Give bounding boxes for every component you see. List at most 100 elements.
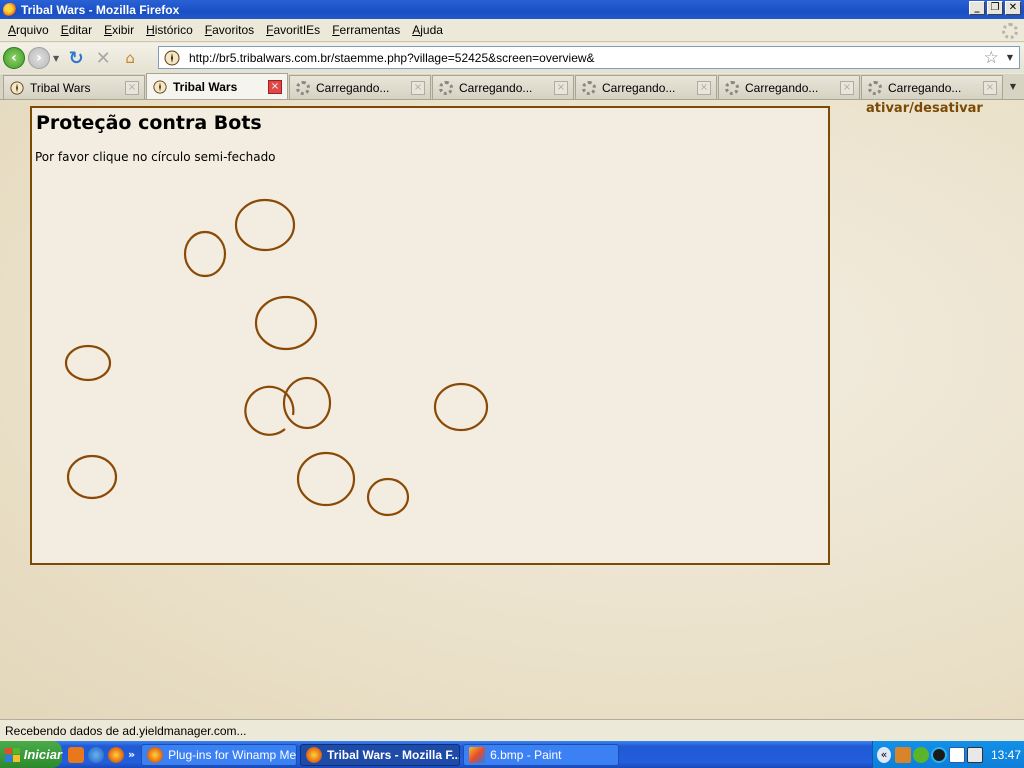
reload-icon[interactable]: ↻ bbox=[65, 48, 87, 69]
bookmark-star-icon[interactable]: ☆ bbox=[984, 48, 999, 68]
tab-loading-1[interactable]: Carregando... × bbox=[289, 75, 431, 99]
home-icon[interactable]: ⌂ bbox=[119, 49, 141, 67]
tab-icon bbox=[867, 80, 883, 96]
menu-ferramentas[interactable]: Ferramentas bbox=[326, 23, 406, 37]
tab-label: Tribal Wars bbox=[173, 79, 238, 94]
menu-bar: Arquivo Editar Exibir Histórico Favorito… bbox=[0, 19, 1024, 42]
clock: 13:47 bbox=[991, 747, 1022, 762]
tab-close-icon[interactable]: × bbox=[268, 79, 282, 94]
forward-button[interactable]: › bbox=[28, 47, 50, 69]
tab-loading-2[interactable]: Carregando... × bbox=[432, 75, 574, 99]
firefox-icon bbox=[306, 746, 323, 763]
tab-loading-4[interactable]: Carregando... × bbox=[718, 75, 860, 99]
task-winamp-plugins[interactable]: Plug-ins for Winamp Medi... bbox=[141, 743, 298, 766]
tab-label: Carregando... bbox=[602, 80, 676, 95]
window-titlebar: Tribal Wars - Mozilla Firefox _ ❐ ✕ bbox=[0, 0, 1024, 19]
captcha-circle[interactable] bbox=[183, 230, 227, 278]
loading-spinner-icon bbox=[296, 80, 310, 95]
captcha-circle[interactable] bbox=[433, 382, 489, 432]
page-content: ativar/desativar Proteção contra Bots Po… bbox=[0, 100, 1024, 719]
history-dropdown-icon[interactable]: ▼ bbox=[53, 54, 59, 63]
task-label: 6.bmp - Paint bbox=[490, 747, 562, 762]
captcha-circle[interactable] bbox=[296, 451, 356, 507]
loading-spinner-icon bbox=[582, 80, 596, 95]
restore-button[interactable]: ❐ bbox=[987, 1, 1003, 15]
menu-historico[interactable]: Histórico bbox=[140, 23, 199, 37]
loading-spinner-icon bbox=[439, 80, 453, 95]
firefox-icon[interactable] bbox=[108, 746, 124, 763]
menu-ajuda[interactable]: Ajuda bbox=[406, 23, 449, 37]
captcha-circle[interactable] bbox=[282, 376, 332, 430]
tab-close-icon[interactable]: × bbox=[125, 80, 139, 95]
captcha-circle[interactable] bbox=[234, 198, 296, 252]
captcha-circles bbox=[64, 198, 489, 517]
tray-app-icon[interactable] bbox=[895, 746, 911, 763]
captcha-circle[interactable] bbox=[366, 477, 410, 517]
internet-explorer-icon[interactable] bbox=[88, 746, 104, 763]
url-dropdown-icon[interactable]: ▼ bbox=[1007, 53, 1013, 62]
menu-arquivo[interactable]: Arquivo bbox=[2, 23, 55, 37]
minimize-button[interactable]: _ bbox=[969, 1, 985, 15]
loading-throbber-icon bbox=[1002, 23, 1018, 39]
quick-launch-more-icon[interactable]: » bbox=[128, 748, 135, 761]
paint-icon bbox=[469, 746, 486, 763]
tab-close-icon[interactable]: × bbox=[983, 80, 997, 95]
task-label: Plug-ins for Winamp Medi... bbox=[168, 747, 297, 762]
url-text[interactable]: http://br5.tribalwars.com.br/staemme.php… bbox=[189, 51, 984, 65]
menu-favoritos[interactable]: Favoritos bbox=[199, 23, 260, 37]
start-button[interactable]: Iniciar bbox=[0, 741, 62, 768]
tab-icon bbox=[438, 80, 454, 96]
tray-expand-icon[interactable]: « bbox=[877, 746, 891, 763]
tab-bar: Tribal Wars × Tribal Wars × Carregando..… bbox=[0, 73, 1024, 100]
tab-close-icon[interactable]: × bbox=[840, 80, 854, 95]
stop-icon[interactable]: ✕ bbox=[92, 48, 114, 69]
tab-tribal-wars-1[interactable]: Tribal Wars × bbox=[3, 75, 145, 99]
menu-exibir[interactable]: Exibir bbox=[98, 23, 140, 37]
status-bar: Recebendo dados de ad.yieldmanager.com..… bbox=[0, 719, 1024, 741]
windows-taskbar: Iniciar » Plug-ins for Winamp Medi... Tr… bbox=[0, 741, 1024, 768]
task-label: Tribal Wars - Mozilla F... bbox=[327, 747, 461, 762]
download-manager-icon[interactable] bbox=[68, 746, 84, 763]
captcha-circle[interactable] bbox=[66, 454, 118, 500]
navigation-toolbar: ‹ › ▼ ↻ ✕ ⌂ http://br5.tribalwars.com.br… bbox=[0, 43, 1024, 73]
address-bar[interactable]: http://br5.tribalwars.com.br/staemme.php… bbox=[158, 46, 1020, 69]
back-button[interactable]: ‹ bbox=[3, 47, 25, 69]
tab-tribal-wars-2[interactable]: Tribal Wars × bbox=[146, 73, 288, 99]
loading-spinner-icon bbox=[725, 80, 739, 95]
captcha-circle[interactable] bbox=[64, 344, 112, 382]
tab-label: Carregando... bbox=[459, 80, 533, 95]
menu-favorities[interactable]: FavoritIEs bbox=[260, 23, 326, 37]
window-controls: _ ❐ ✕ bbox=[969, 1, 1021, 15]
tribal-wars-favicon-icon bbox=[152, 79, 168, 95]
vc-icon[interactable] bbox=[949, 746, 965, 763]
loading-spinner-icon bbox=[868, 80, 882, 95]
tab-list-dropdown-icon[interactable]: ▼ bbox=[1005, 77, 1021, 97]
quick-launch: » bbox=[62, 746, 141, 763]
menu-editar[interactable]: Editar bbox=[55, 23, 98, 37]
tab-close-icon[interactable]: × bbox=[554, 80, 568, 95]
firefox-icon bbox=[3, 2, 17, 17]
tab-label: Carregando... bbox=[316, 80, 390, 95]
tab-label: Carregando... bbox=[888, 80, 962, 95]
task-tribal-wars[interactable]: Tribal Wars - Mozilla F... bbox=[300, 743, 461, 766]
sync-icon[interactable] bbox=[931, 746, 947, 763]
site-favicon-icon bbox=[162, 48, 182, 68]
tab-icon bbox=[724, 80, 740, 96]
tab-close-icon[interactable]: × bbox=[411, 80, 425, 95]
keyboard-icon[interactable] bbox=[967, 746, 983, 763]
tab-loading-3[interactable]: Carregando... × bbox=[575, 75, 717, 99]
tribal-wars-favicon-icon bbox=[9, 80, 25, 96]
tab-label: Carregando... bbox=[745, 80, 819, 95]
messenger-icon[interactable] bbox=[913, 746, 929, 763]
bot-protection-box: Proteção contra Bots Por favor clique no… bbox=[30, 106, 830, 565]
tab-close-icon[interactable]: × bbox=[697, 80, 711, 95]
captcha-circle[interactable] bbox=[254, 295, 318, 351]
tab-icon bbox=[295, 80, 311, 96]
task-paint[interactable]: 6.bmp - Paint bbox=[463, 743, 620, 766]
status-text: Recebendo dados de ad.yieldmanager.com..… bbox=[5, 723, 247, 738]
tab-loading-5[interactable]: Carregando... × bbox=[861, 75, 1003, 99]
tab-label: Tribal Wars bbox=[30, 80, 91, 95]
windows-logo-icon bbox=[5, 747, 20, 762]
close-window-button[interactable]: ✕ bbox=[1005, 1, 1021, 15]
toggle-link[interactable]: ativar/desativar bbox=[866, 101, 983, 116]
